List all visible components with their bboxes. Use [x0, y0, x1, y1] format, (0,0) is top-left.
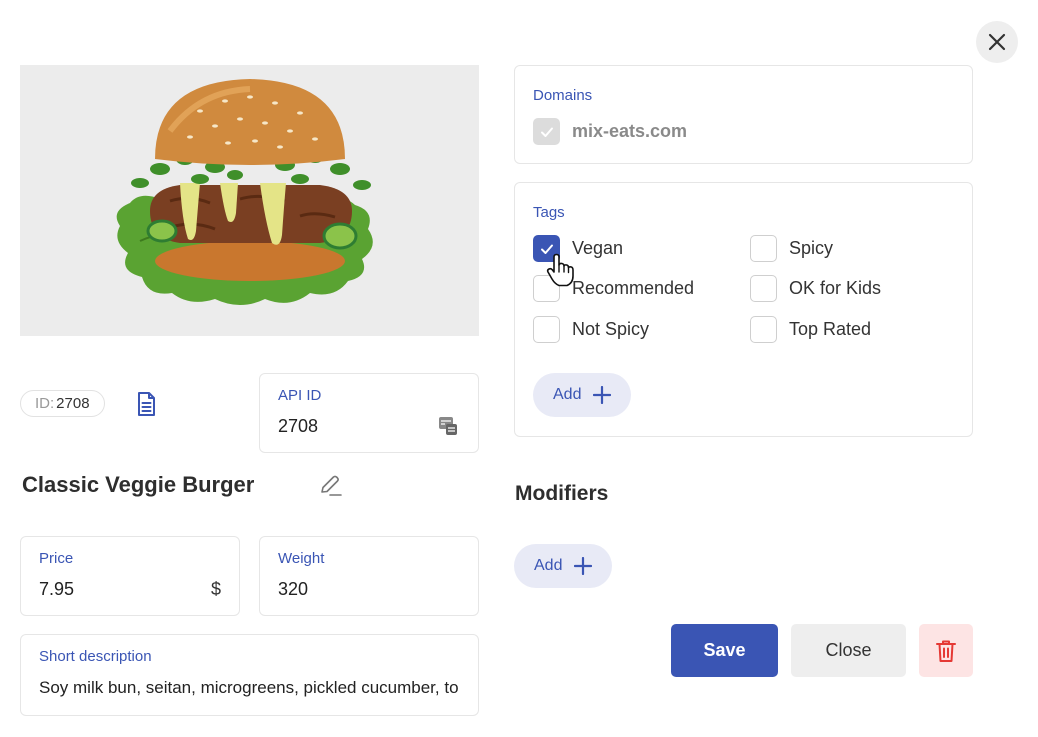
- close-icon: [988, 33, 1006, 51]
- trash-icon: [936, 640, 956, 662]
- tag-label: Not Spicy: [572, 319, 650, 339]
- api-id-field[interactable]: API ID 2708: [259, 373, 479, 453]
- api-icon[interactable]: [438, 416, 458, 436]
- domains-card: Domains mix-eats.com: [514, 65, 973, 164]
- currency-symbol: $: [210, 579, 221, 599]
- tag-label: OK for Kids: [789, 278, 882, 298]
- api-id-value: 2708: [278, 416, 319, 436]
- tag-checkbox-spicy[interactable]: Spicy: [750, 235, 833, 262]
- weight-label: Weight: [278, 550, 325, 567]
- domain-checkbox-mix-eats: mix-eats.com: [533, 118, 687, 145]
- price-label: Price: [39, 550, 74, 567]
- close-button[interactable]: Close: [791, 624, 906, 677]
- domain-label: mix-eats.com: [572, 121, 688, 141]
- tag-checkbox-top-rated[interactable]: Top Rated: [750, 316, 871, 343]
- tags-card: Tags Vegan Spicy Recommended OK for Kids…: [514, 182, 973, 437]
- checkbox-box[interactable]: [533, 316, 560, 343]
- id-label: ID:: [35, 395, 55, 412]
- checkbox-box[interactable]: [533, 275, 560, 302]
- short-description-value: Soy milk bun, seitan, microgreens, pickl…: [39, 678, 459, 697]
- check-icon: [540, 244, 553, 254]
- price-field[interactable]: Price 7.95 $: [20, 536, 240, 616]
- burger-image: [116, 78, 373, 305]
- tag-label: Top Rated: [789, 319, 872, 339]
- id-value: 2708: [56, 395, 90, 412]
- tag-checkbox-ok-for-kids[interactable]: OK for Kids: [750, 275, 881, 302]
- checkbox-box[interactable]: [750, 275, 777, 302]
- domains-label: Domains: [533, 87, 593, 104]
- tag-label: Spicy: [789, 238, 834, 258]
- tags-label: Tags: [533, 204, 565, 221]
- tag-label: Recommended: [572, 278, 695, 298]
- add-tag-button[interactable]: Add: [533, 373, 632, 417]
- add-modifier-button[interactable]: Add: [514, 544, 613, 588]
- price-value: 7.95: [39, 579, 75, 599]
- add-modifier-label: Add: [534, 557, 563, 574]
- checkbox-box[interactable]: [750, 316, 777, 343]
- save-button[interactable]: Save: [671, 624, 778, 677]
- close-dialog-button[interactable]: [976, 21, 1018, 63]
- product-image[interactable]: [20, 65, 479, 336]
- document-icon[interactable]: [133, 391, 159, 417]
- add-tag-label: Add: [553, 386, 582, 403]
- delete-button[interactable]: [919, 624, 973, 677]
- checkbox-box[interactable]: [533, 235, 560, 262]
- product-id-badge: ID: 2708: [20, 390, 105, 417]
- tag-checkbox-vegan[interactable]: Vegan: [533, 235, 623, 262]
- checkbox-box[interactable]: [750, 235, 777, 262]
- weight-field[interactable]: Weight 320: [259, 536, 479, 616]
- short-description-label: Short description: [39, 648, 152, 665]
- short-description-field[interactable]: Short description Soy milk bun, seitan, …: [20, 634, 479, 716]
- check-icon: [540, 127, 553, 137]
- tag-label: Vegan: [572, 238, 624, 258]
- tag-checkbox-recommended[interactable]: Recommended: [533, 275, 694, 302]
- modifiers-heading: Modifiers: [515, 482, 609, 505]
- api-id-label: API ID: [278, 387, 322, 404]
- plus-icon: [574, 557, 593, 575]
- tag-checkbox-not-spicy[interactable]: Not Spicy: [533, 316, 649, 343]
- weight-value: 320: [278, 579, 309, 599]
- edit-pencil-icon[interactable]: [318, 473, 342, 497]
- checkbox-box: [533, 118, 560, 145]
- product-name: Classic Veggie Burger: [22, 472, 255, 497]
- plus-icon: [593, 386, 612, 404]
